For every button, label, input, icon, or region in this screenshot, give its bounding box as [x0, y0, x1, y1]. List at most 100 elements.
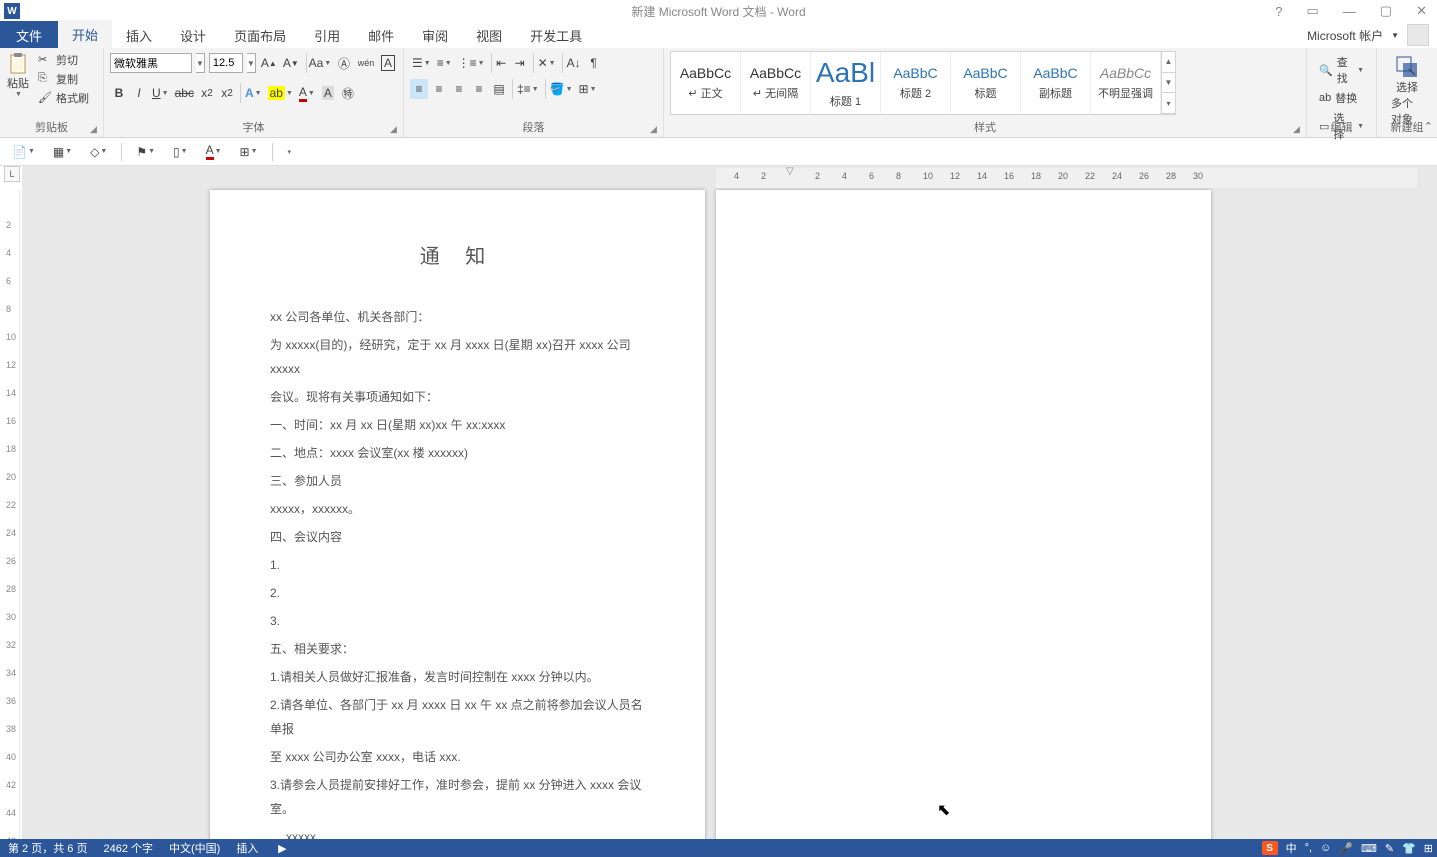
ime-keyboard-icon[interactable]: ⌨	[1361, 842, 1377, 855]
page-2[interactable]	[716, 190, 1211, 839]
account-dropdown-icon[interactable]: ▼	[1391, 31, 1399, 40]
strikethrough-button[interactable]: abc	[173, 83, 196, 103]
style-normal[interactable]: AaBbCc↵ 正文	[671, 52, 741, 114]
borders-button[interactable]: ⊞▼	[577, 79, 599, 99]
styles-dialog-launcher[interactable]: ◢	[1293, 124, 1303, 134]
style-no-spacing[interactable]: AaBbCc↵ 无间隔	[741, 52, 811, 114]
doc-line[interactable]: 3.	[270, 609, 645, 633]
styles-gallery[interactable]: AaBbCc↵ 正文 AaBbCc↵ 无间隔 AaBl标题 1 AaBbC标题 …	[670, 51, 1176, 115]
tab-mailings[interactable]: 邮件	[354, 21, 408, 50]
gallery-up-icon[interactable]: ▲	[1162, 52, 1175, 73]
style-subtle-emphasis[interactable]: AaBbCc不明显强调	[1091, 52, 1161, 114]
ime-lang[interactable]: 中	[1286, 840, 1297, 856]
style-heading-1[interactable]: AaBl标题 1	[811, 52, 881, 114]
bullets-button[interactable]: ☰▼	[410, 53, 433, 73]
qat-customize-button[interactable]: ▾	[283, 146, 296, 158]
doc-sign[interactable]: xxxxx	[286, 825, 645, 839]
doc-line[interactable]: 至 xxxx 公司办公室 xxxx，电话 xxx.	[270, 745, 645, 769]
tab-insert[interactable]: 插入	[112, 21, 166, 50]
doc-line[interactable]: 1.	[270, 553, 645, 577]
shading-button[interactable]: 🪣▼	[545, 79, 575, 99]
show-marks-button[interactable]: ¶	[585, 53, 603, 73]
doc-line[interactable]: 三、参加人员	[270, 469, 645, 493]
minimize-icon[interactable]: —	[1337, 2, 1362, 21]
underline-button[interactable]: U▼	[150, 83, 171, 103]
doc-line[interactable]: 2.	[270, 581, 645, 605]
grow-font-button[interactable]: A▲	[260, 53, 278, 73]
format-painter-button[interactable]: 🖌格式刷	[36, 89, 91, 107]
doc-title[interactable]: 通 知	[270, 240, 645, 269]
tab-review[interactable]: 审阅	[408, 21, 462, 50]
replace-button[interactable]: ab替换	[1317, 89, 1366, 107]
doc-line[interactable]: 1.请相关人员做好汇报准备，发言时间控制在 xxxx 分钟以内。	[270, 665, 645, 689]
tab-selector[interactable]: L	[4, 166, 20, 182]
copy-button[interactable]: ⎘复制	[36, 70, 91, 88]
align-center-button[interactable]: ≡	[430, 79, 448, 99]
subscript-button[interactable]: x2	[198, 83, 216, 103]
paste-dropdown-icon[interactable]: ▼	[15, 91, 22, 98]
tab-page-layout[interactable]: 页面布局	[220, 21, 300, 50]
account-area[interactable]: Microsoft 帐户 ▼	[1307, 24, 1429, 46]
align-right-button[interactable]: ≡	[450, 79, 468, 99]
doc-line[interactable]: 为 xxxxx(目的)，经研究，定于 xx 月 xxxx 日(星期 xx)召开 …	[270, 333, 645, 381]
decrease-indent-button[interactable]: ⇤	[491, 53, 509, 73]
style-subtitle[interactable]: AaBbC副标题	[1021, 52, 1091, 114]
character-shading-button[interactable]: A	[319, 83, 337, 103]
font-size-dropdown-icon[interactable]: ▼	[247, 53, 256, 73]
status-language[interactable]: 中文(中国)	[169, 840, 220, 856]
doc-line[interactable]: xx 公司各单位、机关各部门：	[270, 305, 645, 329]
gallery-down-icon[interactable]: ▼	[1162, 73, 1175, 94]
qat-page-button[interactable]: ▯▼	[169, 143, 192, 161]
qat-font-color-button[interactable]: A▼	[202, 141, 226, 162]
bold-button[interactable]: B	[110, 83, 128, 103]
horizontal-ruler[interactable]: ▽ 4224681012141618202224262830	[716, 168, 1417, 188]
find-button[interactable]: 🔍查找▼	[1317, 53, 1366, 87]
ime-punct-icon[interactable]: °,	[1305, 842, 1312, 854]
cut-button[interactable]: ✂剪切	[36, 51, 91, 69]
help-icon[interactable]: ?	[1269, 2, 1288, 21]
phonetic-guide-button[interactable]: wén	[357, 53, 375, 73]
shrink-font-button[interactable]: A▼	[282, 53, 300, 73]
style-title[interactable]: AaBbC标题	[951, 52, 1021, 114]
qat-shape-button[interactable]: ◇▼	[86, 143, 111, 161]
font-size-input[interactable]	[209, 53, 243, 73]
align-left-button[interactable]: ≡	[410, 79, 428, 99]
ime-emoji-icon[interactable]: ☺	[1320, 842, 1331, 854]
status-macro-icon[interactable]: ▶	[274, 841, 290, 855]
superscript-button[interactable]: x2	[218, 83, 236, 103]
collapse-ribbon-icon[interactable]: ⌃	[1424, 120, 1433, 133]
status-words[interactable]: 2462 个字	[103, 840, 153, 856]
qat-table-button[interactable]: ▦▼	[49, 143, 76, 161]
qat-border-button[interactable]: ⊞▼	[236, 143, 262, 161]
font-name-dropdown-icon[interactable]: ▼	[196, 53, 205, 73]
tab-references[interactable]: 引用	[300, 21, 354, 50]
document-area[interactable]: 通 知 xx 公司各单位、机关各部门： 为 xxxxx(目的)，经研究，定于 xx…	[22, 166, 1437, 839]
tab-home[interactable]: 开始	[58, 20, 112, 51]
maximize-icon[interactable]: ▢	[1374, 1, 1398, 21]
style-heading-2[interactable]: AaBbC标题 2	[881, 52, 951, 114]
change-case-button[interactable]: Aa▼	[306, 53, 331, 73]
tab-file[interactable]: 文件	[0, 21, 58, 50]
text-effects-button[interactable]: A▼	[240, 83, 264, 103]
italic-button[interactable]: I	[130, 83, 148, 103]
font-name-input[interactable]	[110, 53, 192, 73]
paragraph-dialog-launcher[interactable]: ◢	[650, 124, 660, 134]
ime-toolbox-icon[interactable]: ⊞	[1424, 842, 1433, 855]
asian-layout-button[interactable]: ✕▼	[533, 53, 558, 73]
tab-view[interactable]: 视图	[462, 21, 516, 50]
clipboard-dialog-launcher[interactable]: ◢	[90, 124, 100, 134]
ime-voice-icon[interactable]: 🎤	[1339, 842, 1353, 855]
vertical-ruler[interactable]: 2468101214161820222426283032343638404244…	[4, 190, 20, 839]
avatar-icon[interactable]	[1407, 24, 1429, 46]
clear-formatting-button[interactable]: Ⓐ	[335, 53, 353, 73]
justify-button[interactable]: ≡	[470, 79, 488, 99]
gallery-more-icon[interactable]: ▾	[1162, 93, 1175, 114]
status-mode[interactable]: 插入	[236, 840, 258, 856]
font-dialog-launcher[interactable]: ◢	[390, 124, 400, 134]
page-1[interactable]: 通 知 xx 公司各单位、机关各部门： 为 xxxxx(目的)，经研究，定于 xx…	[210, 190, 705, 839]
qat-new-button[interactable]: 📄▼	[8, 143, 39, 161]
doc-line[interactable]: 二、地点：xxxx 会议室(xx 楼 xxxxxx)	[270, 441, 645, 465]
sort-button[interactable]: A↓	[562, 53, 583, 73]
increase-indent-button[interactable]: ⇥	[511, 53, 529, 73]
distributed-button[interactable]: ▤	[490, 79, 508, 99]
